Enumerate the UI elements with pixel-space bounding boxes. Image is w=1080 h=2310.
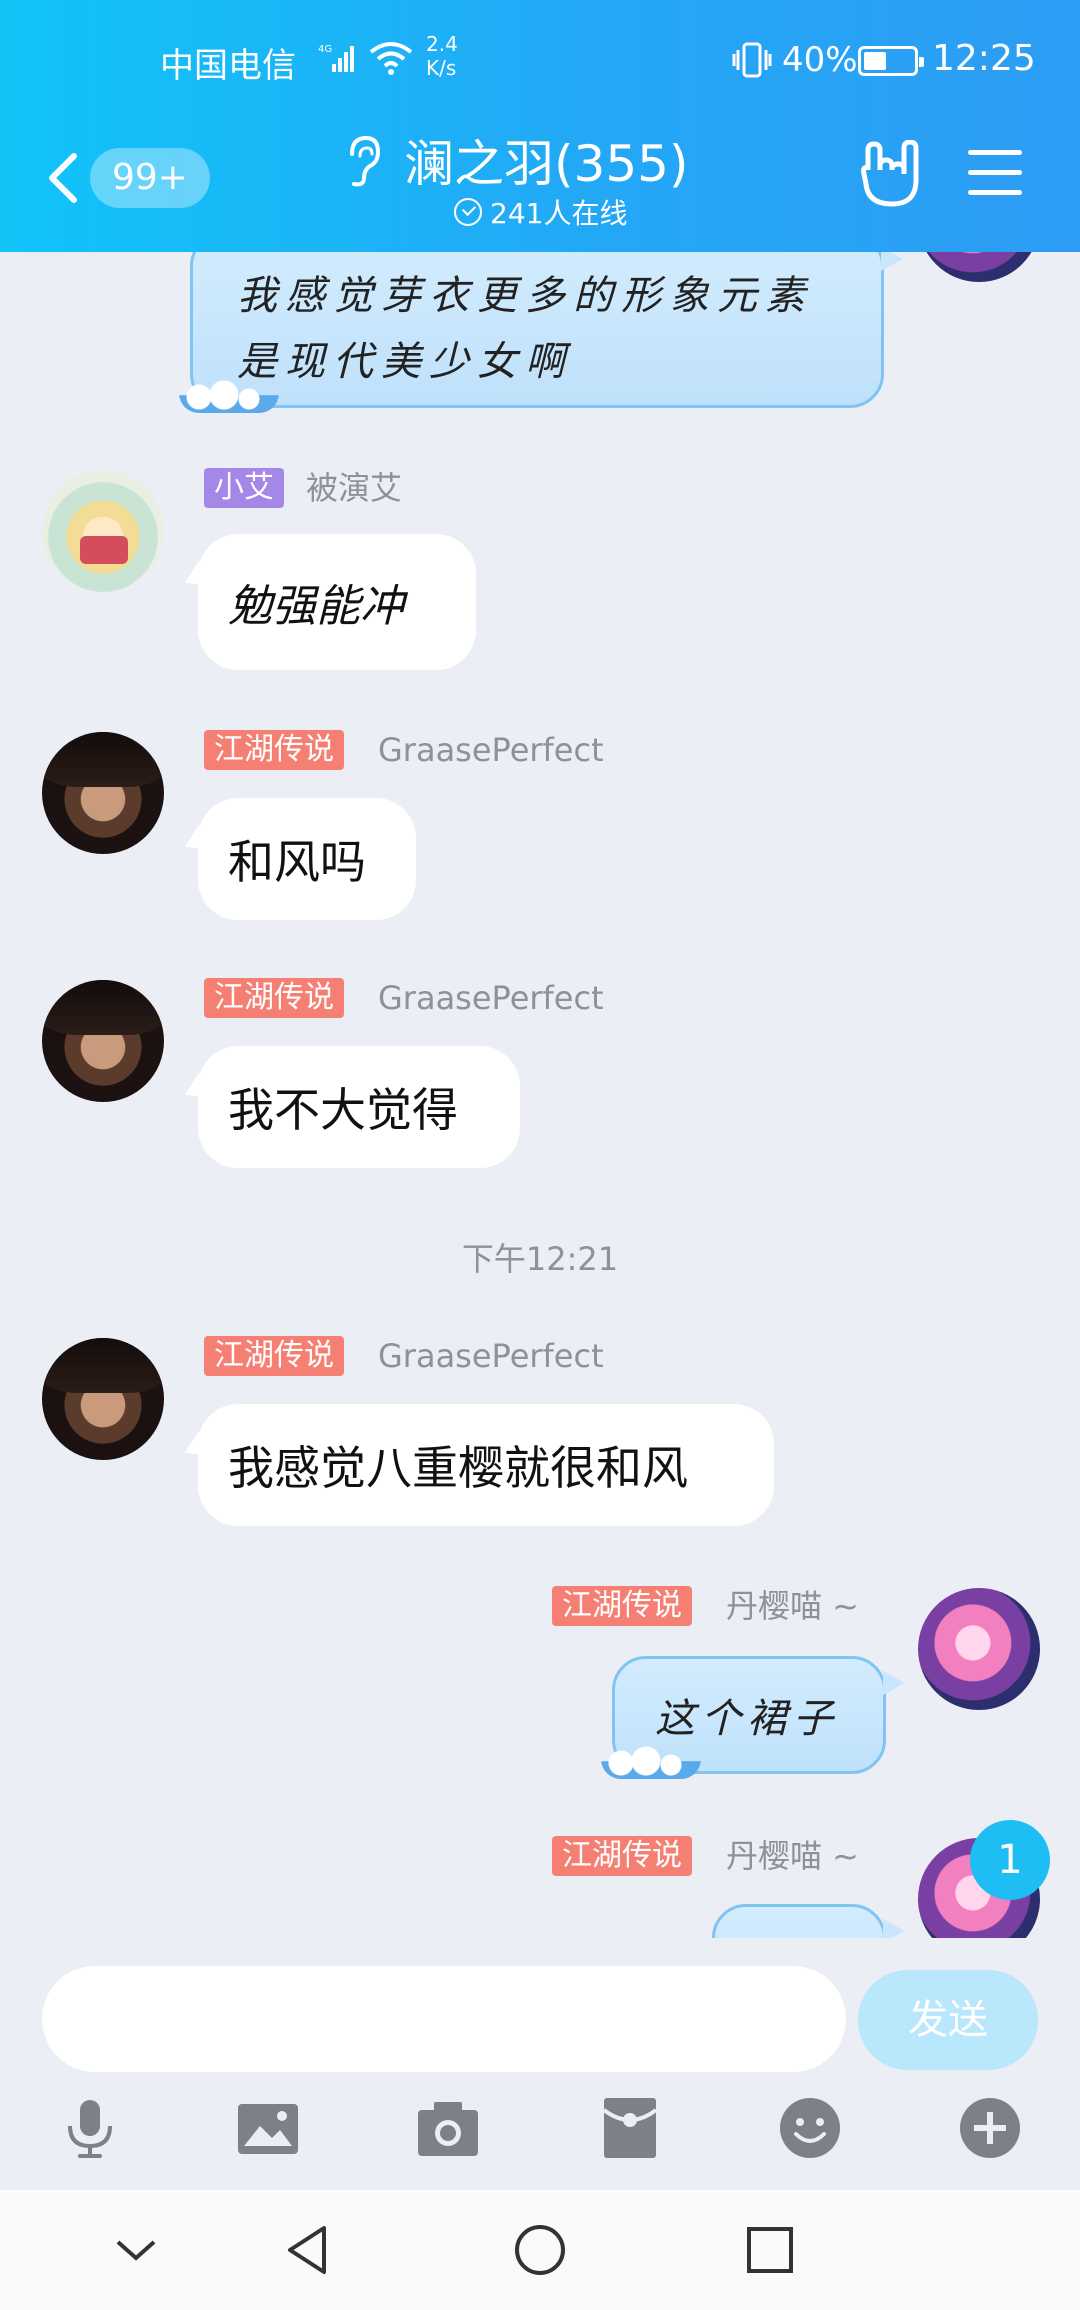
plus-icon[interactable] [958,2096,1022,2160]
message-text: 和风吗 [228,835,366,889]
message-bubble-themed[interactable]: 我感觉芽衣更多的形象元素 是现代美少女啊 [179,252,903,413]
online-count-text: 241人在线 [490,197,628,230]
emoji-icon[interactable] [778,2096,842,2160]
send-button[interactable]: 发送 [858,1970,1038,2070]
member-title-tag: 小艾 [204,468,284,508]
message-text: 勉强能冲 [228,581,404,632]
carrier-name: 中国电信 [160,46,296,86]
speed-unit: K/s [426,56,457,80]
camera-icon[interactable] [416,2096,480,2160]
message-bubble[interactable]: 我感觉八重樱就很和风 [198,1404,774,1526]
avatar[interactable] [42,1338,164,1460]
message-bubble-themed[interactable] [712,1904,905,1938]
member-title-tag: 江湖传说 [552,1586,692,1626]
member-title-tag: 江湖传说 [204,1336,344,1376]
chevron-down-icon[interactable] [108,2222,164,2278]
message-text: 我感觉八重樱就很和风 [228,1441,688,1495]
sender-nickname[interactable]: GraasePerfect [378,978,604,1018]
message-text: 这个裙子 [655,1696,839,1742]
clock: 12:25 [932,38,1036,79]
network-speed: 2.4 K/s [426,32,458,80]
avatar[interactable] [42,980,164,1102]
speed-value: 2.4 [426,32,458,56]
message-input[interactable] [42,1966,846,2072]
avatar[interactable] [42,732,164,854]
message-bubble[interactable]: 勉强能冲 [198,534,476,670]
recents-square-icon[interactable] [742,2222,798,2278]
new-message-badge[interactable]: 1 [970,1820,1050,1900]
member-title-tag: 江湖传说 [204,978,344,1018]
wave-decoration [179,373,279,413]
image-icon[interactable] [236,2096,300,2160]
sender-nickname[interactable]: 丹樱喵 ~ [726,1836,859,1876]
online-count: 241人在线 [454,192,627,232]
input-bar: 发送 [0,1938,1080,2188]
red-packet-icon[interactable] [598,2096,662,2160]
hamburger-menu-icon[interactable] [968,150,1022,198]
wave-decoration [601,1739,701,1779]
avatar[interactable] [42,470,164,592]
battery-icon [858,46,924,76]
member-title-tag: 江湖传说 [204,730,344,770]
sender-nickname[interactable]: GraasePerfect [378,1336,604,1376]
message-text: 是现代美少女啊 [237,339,573,385]
ear-icon [350,135,381,187]
member-title-tag: 江湖传说 [552,1836,692,1876]
home-circle-icon[interactable] [512,2222,568,2278]
rock-hand-icon[interactable] [858,140,922,208]
message-text: 我不大觉得 [228,1083,458,1137]
avatar[interactable] [918,1588,1040,1710]
signal-icon: 4G [318,44,354,72]
unread-count-badge[interactable]: 99+ [90,148,210,208]
message-bubble[interactable]: 我不大觉得 [198,1046,520,1168]
status-bar: 中国电信 4G 2.4 K/s 40% 12:25 [0,0,1080,120]
message-timestamp: 下午12:21 [461,1240,619,1278]
back-triangle-icon[interactable] [280,2222,336,2278]
microphone-icon[interactable] [58,2096,122,2160]
wifi-icon [369,42,413,75]
message-list[interactable]: 我感觉芽衣更多的形象元素 是现代美少女啊 小艾 被演艾 勉强能冲 江湖传说 Gr… [0,252,1080,1938]
sender-nickname[interactable]: 丹樱喵 ~ [726,1586,859,1626]
message-bubble[interactable]: 和风吗 [198,798,416,920]
sender-nickname[interactable]: GraasePerfect [378,730,604,770]
network-type: 4G [318,44,332,55]
message-bubble-themed[interactable]: 这个裙子 [601,1656,905,1779]
online-check-icon [454,198,482,226]
message-text: 我感觉芽衣更多的形象元素 [237,273,813,319]
avatar[interactable] [918,252,1040,282]
back-arrow-icon[interactable] [44,148,84,208]
battery-percent: 40% [782,40,858,80]
system-nav-bar [0,2190,1080,2310]
sender-nickname[interactable]: 被演艾 [306,468,402,508]
vibrate-icon [732,42,772,78]
group-title: 澜之羽(355) [404,135,689,193]
chat-header: 中国电信 4G 2.4 K/s 40% 12:25 99+ 澜之羽(355) 2… [0,0,1080,252]
